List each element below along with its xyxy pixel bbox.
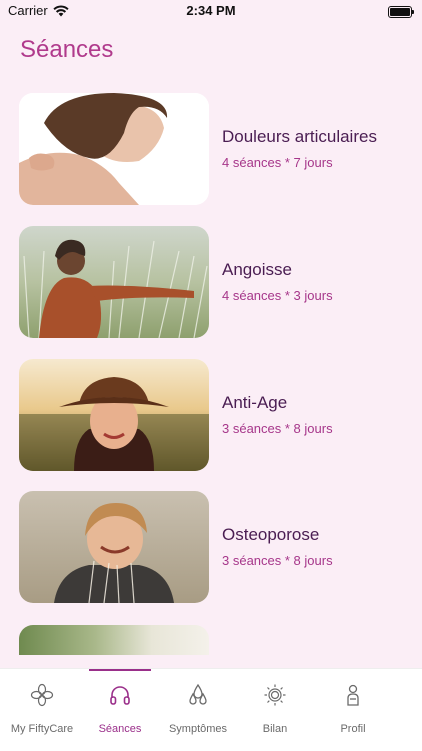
sun-icon [264, 684, 286, 706]
tab-bilan[interactable]: Bilan [236, 669, 314, 751]
status-bar: Carrier 2:34 PM [0, 0, 422, 22]
tab-label: Symptômes [168, 723, 228, 735]
seance-card[interactable]: Douleurs articulaires 4 séances * 7 jour… [0, 93, 422, 205]
active-tab-indicator [89, 669, 151, 671]
headphones-icon [110, 686, 130, 705]
seance-title: Osteoporose [222, 525, 320, 544]
tab-my-fiftycare[interactable]: My FiftyCare [3, 669, 81, 751]
page-title: Séances [20, 36, 114, 63]
tab-label: Profil [340, 723, 366, 735]
seance-title: Douleurs articulaires [222, 127, 377, 146]
battery-icon [388, 6, 414, 18]
seance-subtitle: 3 séances * 8 jours [222, 421, 333, 436]
tab-label: Séances [98, 723, 142, 735]
status-time: 2:34 PM [186, 3, 236, 18]
seance-text: Douleurs articulaires 4 séances * 7 jour… [222, 127, 377, 170]
woman-shoulder-photo [19, 93, 209, 205]
profile-icon [347, 684, 359, 706]
seance-title: Angoisse [222, 260, 292, 279]
partial-seance-photo[interactable] [19, 625, 209, 655]
seance-text: Angoisse 4 séances * 3 jours [222, 260, 333, 303]
seance-card[interactable]: Anti-Age 3 séances * 8 jours [0, 359, 422, 471]
flower-icon [30, 683, 54, 707]
tab-label: My FiftyCare [10, 723, 74, 735]
woman-hat-photo [19, 359, 209, 471]
seance-title: Anti-Age [222, 393, 288, 412]
tab-bar: My FiftyCare Séances Symptômes Bilan Pro… [0, 668, 422, 751]
seance-card[interactable]: Osteoporose 3 séances * 8 jours [0, 491, 422, 603]
tab-seances[interactable]: Séances [81, 669, 159, 751]
seance-subtitle: 4 séances * 7 jours [222, 155, 333, 170]
tab-label: Bilan [262, 723, 288, 735]
seance-subtitle: 4 séances * 3 jours [222, 288, 333, 303]
tab-symptomes[interactable]: Symptômes [159, 669, 237, 751]
seance-card[interactable]: Angoisse 4 séances * 3 jours [0, 226, 422, 338]
seance-subtitle: 3 séances * 8 jours [222, 553, 333, 568]
tab-profil[interactable]: Profil [314, 669, 392, 751]
woman-field-photo [19, 226, 209, 338]
drops-icon [189, 683, 207, 705]
seance-text: Osteoporose 3 séances * 8 jours [222, 525, 333, 568]
seance-text: Anti-Age 3 séances * 8 jours [222, 393, 333, 436]
woman-laughing-photo [19, 491, 209, 603]
